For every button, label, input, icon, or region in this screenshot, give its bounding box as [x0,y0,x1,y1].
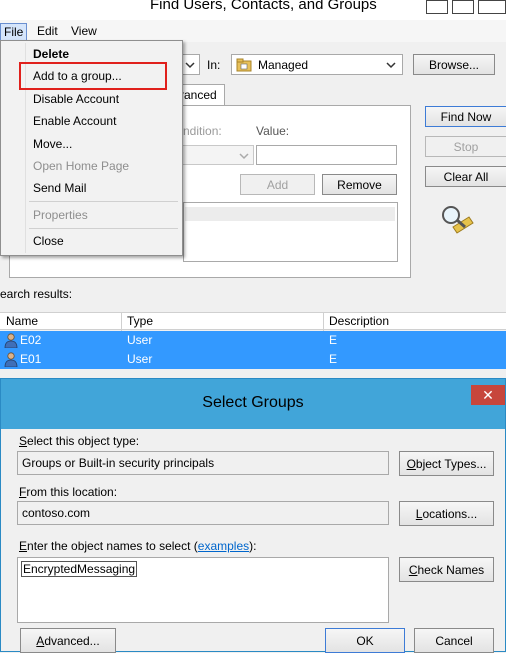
maximize-button[interactable] [452,0,474,14]
object-names-label: Enter the object names to select (exampl… [19,539,257,553]
condition-label: ndition: [183,124,222,138]
menu-separator [29,201,178,202]
result-type: User [127,352,153,366]
value-input[interactable] [256,145,397,165]
menu-item-open-home-page[interactable]: Open Home Page [33,159,129,173]
minimize-button[interactable] [426,0,448,14]
close-icon[interactable]: ✕ [471,385,505,405]
window-titlebar[interactable]: Find Users, Contacts, and Groups [0,0,506,20]
stop-button[interactable]: Stop [425,136,506,157]
condition-select[interactable] [182,145,254,165]
object-type-label: Select this object type: [19,434,140,448]
menu-item-send-mail[interactable]: Send Mail [33,181,86,195]
value-label: Value: [256,124,290,138]
chevron-down-icon [386,62,396,69]
menu-item-properties[interactable]: Properties [33,208,88,222]
close-window-button[interactable] [478,0,506,14]
dialog-titlebar[interactable]: Select Groups ✕ [1,379,505,429]
check-names-button[interactable]: Check Names [399,557,494,582]
column-separator [323,313,324,331]
advanced-button[interactable]: Advanced... [20,628,116,653]
menu-item-move[interactable]: Move... [33,137,72,151]
browse-button[interactable]: Browse... [413,54,495,75]
menu-item-enable-account[interactable]: Enable Account [33,114,116,128]
dialog-title: Select Groups [202,394,304,411]
add-button[interactable]: Add [240,174,315,195]
locations-button[interactable]: Locations... [399,501,494,526]
column-header-type[interactable]: Type [127,314,153,328]
object-names-value: EncryptedMessaging [21,561,138,577]
result-row[interactable]: E01 User E [0,350,506,369]
results-header: Name Type Description [0,312,506,331]
menu-file[interactable]: File [0,23,28,41]
result-description: E [329,352,338,366]
find-users-window: Find Users, Contacts, and Groups File Ed… [0,0,506,378]
menu-item-disable-account[interactable]: Disable Account [33,92,119,106]
result-type: User [127,333,153,347]
window-title: Find Users, Contacts, and Groups [150,0,377,13]
menu-item-close[interactable]: Close [33,234,64,248]
menu-item-delete[interactable]: Delete [33,47,69,61]
file-menu-dropdown: Delete Add to a group... Disable Account… [0,40,183,256]
result-description: E [329,333,338,347]
object-types-button[interactable]: Object Types... [399,451,494,476]
user-icon [4,352,18,367]
cancel-button[interactable]: Cancel [414,628,494,653]
column-header-name[interactable]: Name [6,314,38,328]
criteria-list[interactable] [183,202,398,262]
examples-link[interactable]: examples [198,539,249,553]
menu-separator [29,228,178,229]
result-name: E01 [20,352,42,366]
search-results-label: earch results: [0,287,73,301]
magnifier-search-icon [442,206,474,234]
folder-icon [236,58,252,71]
remove-button[interactable]: Remove [322,174,397,195]
object-names-input[interactable]: EncryptedMessaging [17,557,389,623]
menu-edit[interactable]: Edit [34,23,61,39]
in-label: In: [207,58,221,72]
find-now-button[interactable]: Find Now [425,106,506,127]
criteria-list-row[interactable] [185,207,395,221]
ok-button[interactable]: OK [325,628,405,653]
menu-view[interactable]: View [68,23,100,39]
in-location-value: Managed [258,57,309,72]
object-type-field: Groups or Built-in security principals [17,451,389,475]
result-row[interactable]: E02 User E [0,331,506,350]
column-separator [121,313,122,331]
in-location-select[interactable]: Managed [231,54,403,75]
user-icon [4,333,18,348]
chevron-down-icon [239,153,249,160]
find-combo-arrow[interactable] [182,54,200,75]
result-name: E02 [20,333,42,347]
chevron-down-icon [185,62,195,69]
location-field: contoso.com [17,501,389,525]
location-label: From this location: [19,485,118,499]
highlight-annotation [19,62,167,90]
column-header-description[interactable]: Description [329,314,389,328]
clear-all-button[interactable]: Clear All [425,166,506,187]
menu-bar: File Edit View [0,20,506,42]
